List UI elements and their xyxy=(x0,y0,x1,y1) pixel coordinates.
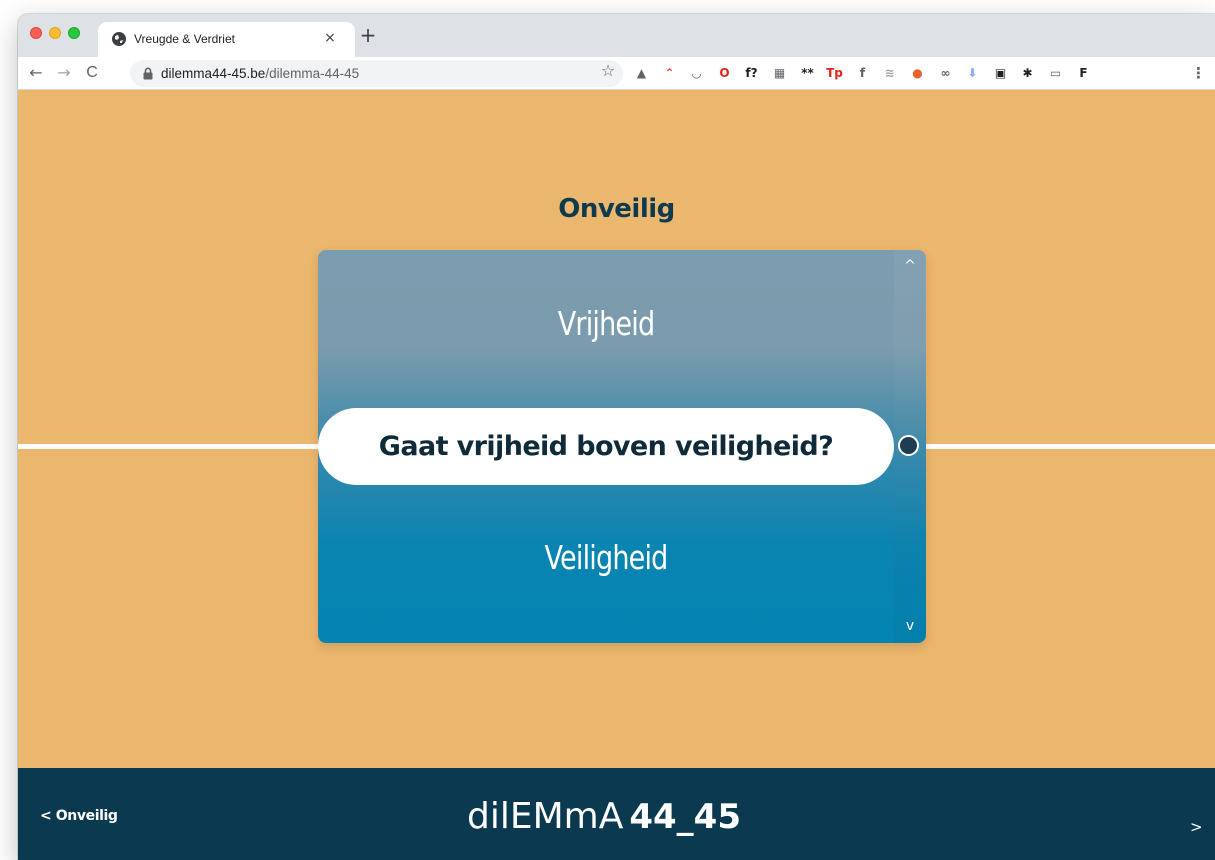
url-text: dilemma44-45.be/dilemma-44-45 xyxy=(161,66,359,81)
tab-bar: Vreugde & Verdriet × + xyxy=(18,14,1215,57)
new-tab-button[interactable]: + xyxy=(358,25,378,45)
browser-toolbar: ← → C dilemma44-45.be/dilemma-44-45 ☆ ▲ ⌃… xyxy=(18,57,1215,90)
pocket-icon[interactable]: ◡ xyxy=(688,65,705,82)
browser-menu-icon[interactable]: ⋮ xyxy=(1190,65,1207,82)
slider-handle[interactable] xyxy=(898,435,919,456)
logo-text: dilEMmA xyxy=(467,796,624,837)
footer-bar: < Onveilig dilEMmA 44_45 > xyxy=(18,768,1215,860)
minimize-window-button[interactable] xyxy=(49,27,61,39)
close-window-button[interactable] xyxy=(30,27,42,39)
divider-line-right xyxy=(923,444,1215,449)
page-title: Onveilig xyxy=(558,194,675,224)
lock-icon xyxy=(143,67,153,80)
option-bottom[interactable]: Veiligheid xyxy=(370,538,842,577)
question-pill: Gaat vrijheid boven veiligheid? xyxy=(318,408,894,485)
sidebar-icon[interactable]: ▣ xyxy=(992,65,1009,82)
tab-close-icon[interactable]: × xyxy=(321,29,339,47)
bookmark-star-icon[interactable]: ☆ xyxy=(598,61,618,80)
reload-button[interactable]: C xyxy=(82,63,102,83)
logo-number: 44_45 xyxy=(629,797,741,837)
question-text: Gaat vrijheid boven veiligheid? xyxy=(378,431,834,462)
scroll-down-icon[interactable]: v xyxy=(894,616,926,636)
address-bar[interactable]: dilemma44-45.be/dilemma-44-45 xyxy=(130,60,623,87)
next-link[interactable]: > xyxy=(1190,818,1203,836)
forward-button[interactable]: → xyxy=(54,63,74,83)
wifi-icon[interactable]: ≋ xyxy=(881,65,898,82)
opera-icon[interactable]: O xyxy=(716,65,733,82)
back-button[interactable]: ← xyxy=(26,63,46,83)
facebook-icon[interactable]: f xyxy=(854,65,871,82)
cast-icon[interactable]: ▭ xyxy=(1047,65,1064,82)
scroll-up-icon[interactable]: ^ xyxy=(894,256,926,276)
tab-active[interactable]: Vreugde & Verdriet × xyxy=(98,22,355,57)
url-host: dilemma44-45.be xyxy=(161,66,266,81)
password-icon[interactable]: ** xyxy=(799,65,816,82)
browser-window: Vreugde & Verdriet × + ← → C dilemma44-4… xyxy=(18,14,1215,860)
puzzle-icon[interactable]: ✱ xyxy=(1019,65,1036,82)
site-logo[interactable]: dilEMmA 44_45 xyxy=(467,796,741,837)
previous-link[interactable]: < Onveilig xyxy=(40,808,118,824)
rainbow-icon[interactable]: ⌃ xyxy=(661,65,678,82)
fire-icon[interactable]: ● xyxy=(909,65,926,82)
profile-f-icon[interactable]: F xyxy=(1075,65,1092,82)
drive-icon[interactable]: ▲ xyxy=(633,65,650,82)
zoom-window-button[interactable] xyxy=(68,27,80,39)
divider-line-left xyxy=(18,444,318,449)
download-icon[interactable]: ⬇ xyxy=(964,65,981,82)
globe-icon xyxy=(112,32,126,46)
option-top[interactable]: Vrijheid xyxy=(370,304,842,343)
media-icon[interactable]: ▦ xyxy=(771,65,788,82)
link-icon[interactable]: ∞ xyxy=(937,65,954,82)
tab-title: Vreugde & Verdriet xyxy=(134,32,235,46)
font-finder-icon[interactable]: f? xyxy=(743,65,760,82)
url-path: /dilemma-44-45 xyxy=(265,66,360,81)
tp-icon[interactable]: Tp xyxy=(826,65,843,82)
